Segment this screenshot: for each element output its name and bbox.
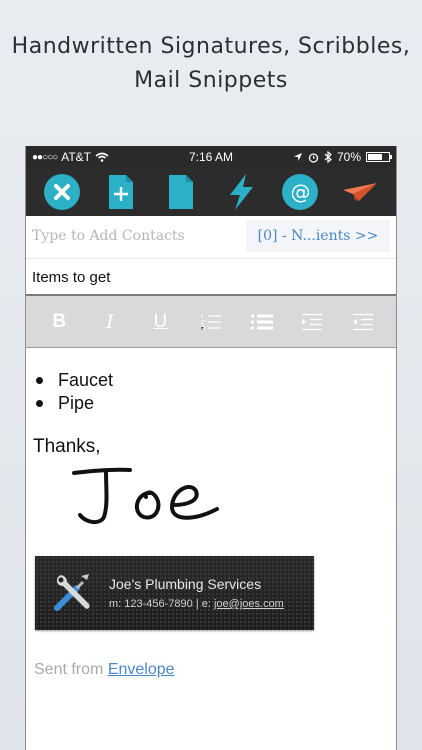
promo-headline: Handwritten Signatures, Scribbles, Mail …: [0, 30, 422, 98]
italic-button[interactable]: I: [92, 304, 128, 340]
message-body[interactable]: Faucet Pipe Thanks, Joe's Plumbing Servi…: [26, 349, 396, 750]
new-draft-button[interactable]: [99, 170, 143, 214]
bold-icon: B: [52, 310, 67, 332]
underline-icon: U: [153, 310, 168, 332]
italic-icon: I: [106, 310, 114, 333]
bold-button[interactable]: B: [41, 304, 77, 340]
item-list: Faucet Pipe: [34, 369, 113, 415]
contacts-button[interactable]: @: [278, 170, 322, 214]
list-item: Faucet: [34, 369, 113, 392]
bullet-icon: [36, 377, 43, 384]
handwritten-signature: [72, 467, 219, 524]
at-sign-icon: @: [282, 174, 319, 210]
discard-button[interactable]: [40, 170, 84, 214]
new-document-icon: [109, 175, 134, 209]
envelope-link[interactable]: Envelope: [108, 661, 175, 678]
business-contact: m: 123-456-7890 | e: joe@joes.com: [109, 598, 284, 610]
bullet-icon: [36, 400, 43, 407]
bluetooth-icon: [324, 151, 332, 163]
send-button[interactable]: [338, 170, 382, 214]
format-toolbar: B I U: [26, 296, 396, 348]
closing-text: Thanks,: [33, 436, 101, 457]
compose-toolbar: @: [26, 168, 396, 216]
quick-actions-button[interactable]: [219, 170, 263, 214]
templates-button[interactable]: [159, 170, 203, 214]
indent-icon: [302, 313, 323, 330]
alarm-icon: [308, 152, 319, 163]
battery-percent: 70%: [336, 150, 361, 164]
bullet-list-icon: [250, 314, 273, 329]
to-field[interactable]: Type to Add Contacts: [32, 228, 185, 244]
phone-screen: ●●○○○ AT&T 7:16 AM 70% @ Type to Add Con…: [25, 146, 397, 750]
lightning-icon: [229, 174, 253, 210]
sent-from-footer: Sent from Envelope: [34, 661, 175, 678]
list-item: Pipe: [34, 392, 113, 415]
underline-button[interactable]: U: [142, 304, 178, 340]
document-icon: [169, 175, 194, 209]
outdent-icon: [352, 313, 373, 330]
bullet-list-button[interactable]: [244, 304, 280, 340]
business-name: Joe's Plumbing Services: [109, 576, 262, 592]
paper-plane-icon: [343, 183, 378, 201]
headline-line-2: Mail Snippets: [134, 68, 288, 93]
numbered-list-icon: [200, 314, 221, 330]
numbered-list-button[interactable]: [193, 304, 229, 340]
recipients-row: Type to Add Contacts [0] - N...ients >>: [26, 216, 396, 258]
location-arrow-icon: [293, 153, 302, 161]
headline-line-1: Handwritten Signatures, Scribbles,: [11, 34, 411, 59]
business-email-link[interactable]: joe@joes.com: [214, 598, 284, 610]
indent-button[interactable]: [294, 304, 330, 340]
close-icon: [43, 174, 80, 210]
status-bar: ●●○○○ AT&T 7:16 AM 70%: [26, 146, 396, 168]
outdent-button[interactable]: [345, 304, 381, 340]
signature-card[interactable]: Joe's Plumbing Services m: 123-456-7890 …: [35, 556, 314, 630]
subject-field[interactable]: Items to get: [26, 258, 396, 296]
recipients-toggle[interactable]: [0] - N...ients >>: [246, 220, 390, 252]
wrench-screwdriver-icon: [54, 574, 90, 611]
battery-icon: [366, 152, 392, 162]
